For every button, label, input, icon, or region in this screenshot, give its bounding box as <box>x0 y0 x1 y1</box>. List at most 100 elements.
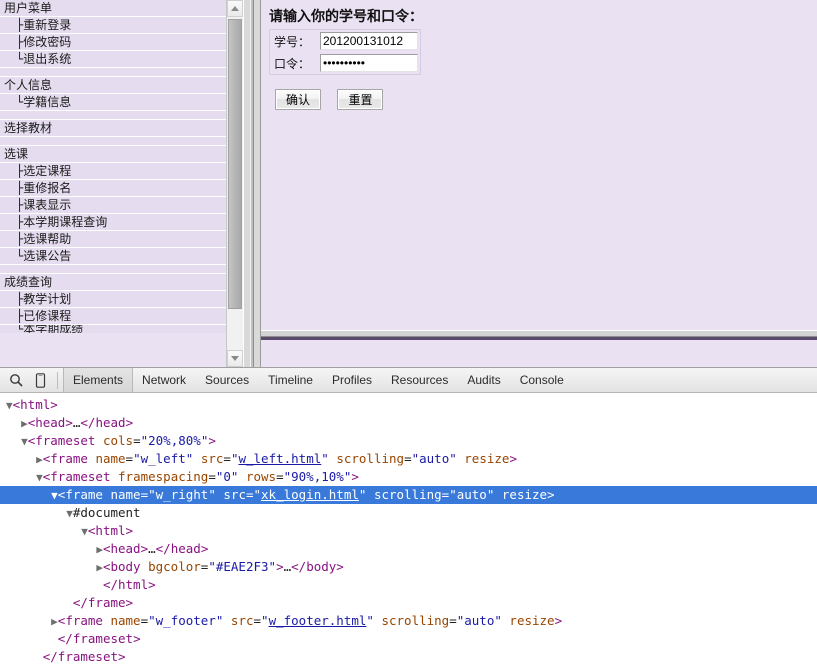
menu-item-label: 退出系统 <box>23 52 72 66</box>
sidebar-item-21[interactable]: └本学期成绩 <box>0 325 243 333</box>
dom-node[interactable]: ▶<head>…</head> <box>0 540 817 558</box>
menu-item-label: 选课公告 <box>23 249 72 263</box>
frame-divider-vertical[interactable] <box>243 0 261 367</box>
sidebar-item-11[interactable]: ├选定课程 <box>0 163 243 180</box>
disclosure-triangle-icon[interactable]: ▼ <box>21 435 28 448</box>
tab-audits[interactable]: Audits <box>458 368 510 392</box>
menu-section-header[interactable]: 成绩查询 <box>0 274 243 291</box>
search-icon[interactable] <box>4 369 28 392</box>
frame-divider-grip[interactable] <box>250 0 254 367</box>
menu-spacer <box>0 68 243 77</box>
menu-spacer <box>0 265 243 274</box>
dom-node[interactable]: </frameset> <box>0 630 817 648</box>
menu-item-label: 成绩查询 <box>4 275 53 289</box>
disclosure-triangle-icon[interactable]: ▼ <box>81 525 88 538</box>
dom-node[interactable]: ▶<frame name="w_left" src="w_left.html" … <box>0 450 817 468</box>
disclosure-triangle-icon[interactable]: ▼ <box>36 471 43 484</box>
tab-sources[interactable]: Sources <box>196 368 259 392</box>
disclosure-triangle-icon[interactable]: ▼ <box>66 507 73 520</box>
menu-item-label: 用户菜单 <box>4 1 53 15</box>
dom-node[interactable]: </html> <box>0 576 817 594</box>
devtools-panel: Elements Network Sources Timeline Profiles Re… <box>0 367 817 664</box>
frame-w-left: 用户菜单 ├重新登录 ├修改密码 └退出系统 个人信息 └学籍信息 选择教材 选课 ├选定课程 ├… <box>0 0 243 367</box>
sidebar-item-20[interactable]: ├已修课程 <box>0 308 243 325</box>
disclosure-triangle-icon[interactable]: ▶ <box>51 615 58 628</box>
disclosure-triangle-icon[interactable]: ▶ <box>96 561 103 574</box>
sidebar-item-1[interactable]: ├重新登录 <box>0 17 243 34</box>
student-id-input[interactable] <box>320 32 418 50</box>
tab-profiles[interactable]: Profiles <box>323 368 382 392</box>
menu-spacer <box>0 111 243 120</box>
disclosure-triangle-icon[interactable]: ▶ <box>36 453 43 466</box>
sidebar-item-15[interactable]: ├选课帮助 <box>0 231 243 248</box>
sidebar-menu: 用户菜单 ├重新登录 ├修改密码 └退出系统 个人信息 └学籍信息 选择教材 选课 ├选定课程 ├… <box>0 0 243 333</box>
frame-divider-horizontal[interactable] <box>261 330 817 337</box>
dom-node[interactable]: </frame> <box>0 594 817 612</box>
tree-branch-icon: ├ <box>16 292 23 306</box>
browser-viewport: 用户菜单 ├重新登录 ├修改密码 └退出系统 个人信息 └学籍信息 选择教材 选课 ├选定课程 ├… <box>0 0 817 367</box>
menu-item-label: 本学期成绩 <box>23 325 84 333</box>
menu-section-header[interactable]: 选课 <box>0 146 243 163</box>
dom-tree[interactable]: ▼<html> ▶<head>…</head> ▼<frameset cols=… <box>0 393 817 664</box>
student-id-row: 学号： <box>270 30 421 53</box>
login-form-table: 学号： 口令： <box>269 29 421 75</box>
tree-branch-icon: ├ <box>16 309 23 323</box>
menu-item-label: 学籍信息 <box>23 95 72 109</box>
devtools-tabs: Elements Network Sources Timeline Profiles Re… <box>63 368 574 392</box>
scroll-up-icon[interactable] <box>227 0 243 17</box>
dom-node[interactable]: ▼<frameset cols="20%,80%"> <box>0 432 817 450</box>
disclosure-triangle-icon[interactable]: ▶ <box>96 543 103 556</box>
tab-console[interactable]: Console <box>511 368 574 392</box>
tab-resources[interactable]: Resources <box>382 368 458 392</box>
password-cell <box>318 52 421 75</box>
student-id-cell <box>318 30 421 53</box>
frame-w-right: 请输入你的学号和口令： 学号： 口令： <box>261 0 817 330</box>
sidebar-item-2[interactable]: ├修改密码 <box>0 34 243 51</box>
sidebar-item-6[interactable]: └学籍信息 <box>0 94 243 111</box>
sidebar-item-16[interactable]: └选课公告 <box>0 248 243 265</box>
toolbar-separator <box>57 371 58 389</box>
menu-item-label: 课表显示 <box>23 198 72 212</box>
menu-section-header[interactable]: 用户菜单 <box>0 0 243 17</box>
tab-timeline[interactable]: Timeline <box>259 368 323 392</box>
login-heading: 请输入你的学号和口令： <box>269 8 423 24</box>
menu-item-label: 个人信息 <box>4 78 53 92</box>
device-toggle-icon[interactable] <box>28 369 52 392</box>
disclosure-triangle-icon[interactable]: ▶ <box>21 417 28 430</box>
password-input[interactable] <box>320 54 418 72</box>
menu-item-label: 修改密码 <box>23 35 72 49</box>
password-row: 口令： <box>270 52 421 75</box>
tree-branch-icon: └ <box>16 249 23 263</box>
tab-elements[interactable]: Elements <box>63 368 134 392</box>
dom-node[interactable]: ▼<html> <box>0 396 817 414</box>
sidebar-item-3[interactable]: └退出系统 <box>0 51 243 68</box>
disclosure-triangle-icon[interactable]: ▼ <box>6 399 13 412</box>
disclosure-triangle-icon[interactable]: ▼ <box>51 489 58 502</box>
dom-node[interactable]: </frameset> <box>0 648 817 664</box>
sidebar-item-12[interactable]: ├重修报名 <box>0 180 243 197</box>
dom-node[interactable]: ▶<frame name="w_footer" src="w_footer.ht… <box>0 612 817 630</box>
menu-section-header[interactable]: 个人信息 <box>0 77 243 94</box>
submit-button[interactable]: 确认 <box>275 89 321 110</box>
menu-section-header[interactable]: 选择教材 <box>0 120 243 137</box>
tab-network[interactable]: Network <box>133 368 196 392</box>
menu-item-label: 重修报名 <box>23 181 72 195</box>
dom-node-selected[interactable]: ▼<frame name="w_right" src="xk_login.htm… <box>0 486 817 504</box>
dom-node[interactable]: ▶<head>…</head> <box>0 414 817 432</box>
sidebar-item-19[interactable]: ├教学计划 <box>0 291 243 308</box>
menu-item-label: 已修课程 <box>23 309 72 323</box>
dom-node[interactable]: ▼<html> <box>0 522 817 540</box>
reset-button[interactable]: 重置 <box>337 89 384 110</box>
sidebar-scrollbar[interactable] <box>226 0 243 367</box>
tree-branch-icon: ├ <box>16 232 23 246</box>
dom-node[interactable]: ▼#document <box>0 504 817 522</box>
scrollbar-thumb[interactable] <box>228 19 242 309</box>
sidebar-item-14[interactable]: ├本学期课程查询 <box>0 214 243 231</box>
sidebar-item-13[interactable]: ├课表显示 <box>0 197 243 214</box>
menu-item-label: 选课 <box>4 147 29 161</box>
scroll-down-icon[interactable] <box>227 350 243 367</box>
dom-node[interactable]: ▼<frameset framespacing="0" rows="90%,10… <box>0 468 817 486</box>
dom-node[interactable]: ▶<body bgcolor="#EAE2F3">…</body> <box>0 558 817 576</box>
login-button-row: 确认 重置 <box>275 89 817 110</box>
menu-item-label: 本学期课程查询 <box>23 215 108 229</box>
